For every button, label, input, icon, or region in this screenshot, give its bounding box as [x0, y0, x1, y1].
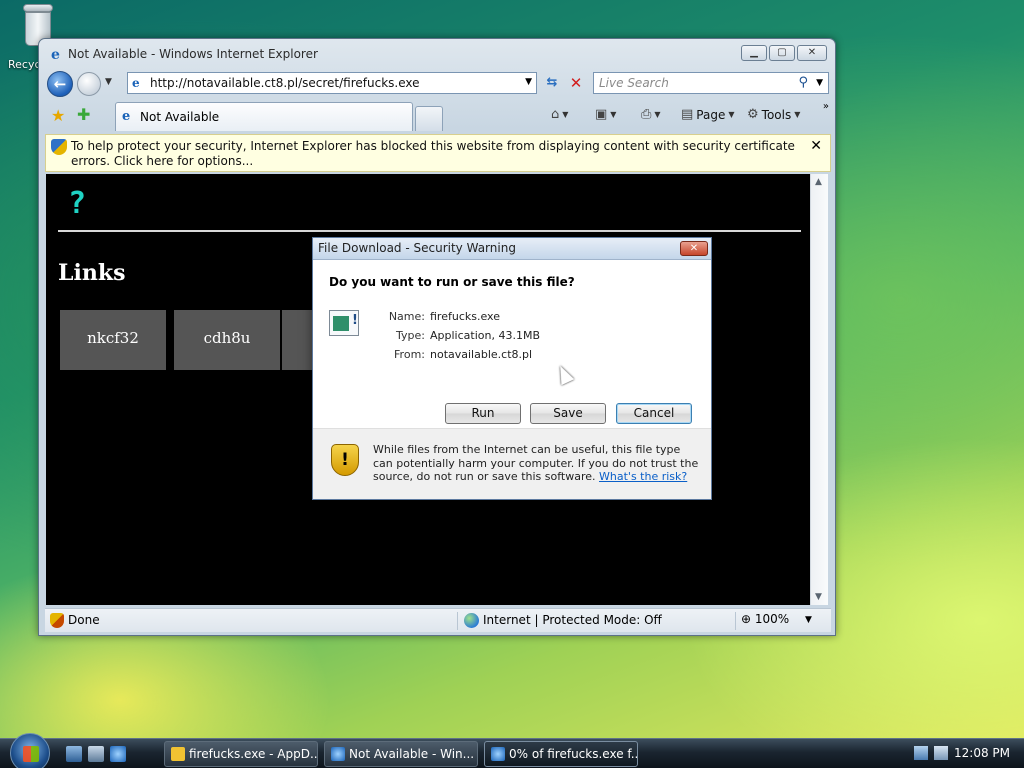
stop-button[interactable]: ✕: [565, 73, 587, 93]
window-title: Not Available - Windows Internet Explore…: [68, 47, 318, 61]
network-icon[interactable]: [934, 746, 948, 760]
dialog-question: Do you want to run or save this file?: [329, 275, 575, 289]
zoom-dropdown-icon[interactable]: ▼: [805, 615, 812, 625]
link-tile[interactable]: nkcf32: [60, 310, 166, 370]
whats-the-risk-link[interactable]: What's the risk?: [599, 470, 687, 483]
page-favicon-icon: e: [132, 76, 140, 90]
task-label: Not Available - Win...: [349, 747, 475, 761]
task-label: firefucks.exe - AppD...: [189, 747, 318, 761]
file-type-value: Application, 43.1MB: [430, 329, 540, 342]
status-shield-icon: [50, 613, 64, 628]
close-window-button[interactable]: ✕: [797, 45, 827, 61]
site-logo-icon: ?: [68, 186, 87, 221]
status-text: Done: [68, 613, 100, 627]
task-ie-window[interactable]: Not Available - Win...: [324, 741, 478, 767]
start-button[interactable]: [10, 733, 50, 768]
window-titlebar[interactable]: e Not Available - Windows Internet Explo…: [39, 39, 835, 71]
run-button[interactable]: Run: [445, 403, 521, 424]
ie-logo-icon: e: [51, 47, 60, 63]
task-label: 0% of firefucks.exe f...: [509, 747, 638, 761]
task-explorer-window[interactable]: firefucks.exe - AppD...: [164, 741, 318, 767]
dialog-body: Do you want to run or save this file? Na…: [313, 260, 711, 428]
clock[interactable]: 12:08 PM: [954, 746, 1010, 760]
ie-logo-icon: [331, 747, 345, 761]
taskbar: firefucks.exe - AppD... Not Available - …: [0, 733, 1024, 768]
page-heading: Links: [58, 260, 126, 286]
back-button[interactable]: ←: [47, 71, 73, 97]
search-placeholder[interactable]: Live Search: [599, 76, 669, 90]
refresh-button[interactable]: ⇆: [541, 73, 563, 93]
status-bar: Done Internet | Protected Mode: Off ⊕ 10…: [45, 608, 831, 632]
home-button[interactable]: ⌂ ▼: [551, 107, 568, 122]
zoom-value: 100%: [754, 612, 790, 626]
file-download-dialog: File Download - Security Warning ✕ Do yo…: [312, 237, 712, 500]
page-menu-button[interactable]: ▤ Page ▼: [681, 107, 735, 122]
file-type-field: Type: Application, 43.1MB: [396, 329, 540, 342]
security-shield-icon: [51, 139, 67, 155]
vertical-scrollbar[interactable]: ▲ ▼: [810, 174, 828, 605]
address-url[interactable]: http://notavailable.ct8.pl/secret/firefu…: [150, 76, 420, 90]
save-button[interactable]: Save: [530, 403, 606, 424]
scroll-down-icon[interactable]: ▼: [815, 592, 822, 602]
add-favorites-icon[interactable]: ✚: [77, 105, 90, 124]
favorites-star-icon[interactable]: ★: [51, 106, 65, 125]
page-icon: ▤: [681, 107, 694, 122]
print-button[interactable]: ⎙ ▼: [641, 107, 661, 122]
ie-logo-icon: [491, 747, 505, 761]
tools-menu-label: Tools: [761, 107, 792, 122]
dialog-close-button[interactable]: ✕: [680, 241, 708, 256]
scroll-up-icon[interactable]: ▲: [815, 177, 822, 187]
folder-icon: [171, 747, 185, 761]
security-zone[interactable]: Internet | Protected Mode: Off: [483, 613, 662, 627]
feeds-button[interactable]: ▣ ▼: [595, 107, 616, 122]
system-tray: 12:08 PM: [908, 739, 1024, 768]
file-from-value: notavailable.ct8.pl: [430, 348, 533, 361]
warning-text: While files from the Internet can be use…: [373, 443, 703, 484]
more-commands-chevron-icon[interactable]: »: [823, 101, 829, 112]
navigation-bar: ← ▼ e http://notavailable.ct8.pl/secret/…: [45, 71, 831, 97]
file-from-field: From: notavailable.ct8.pl: [394, 348, 533, 361]
internet-globe-icon: [464, 613, 479, 628]
new-tab-button[interactable]: [415, 106, 443, 131]
security-infobar[interactable]: To help protect your security, Internet …: [45, 134, 831, 172]
printer-icon: ⎙: [641, 107, 652, 122]
tools-menu-button[interactable]: ⚙ Tools ▼: [747, 107, 800, 122]
zoom-level[interactable]: ⊕ 100%: [741, 612, 789, 626]
safely-remove-icon[interactable]: [914, 746, 928, 760]
dialog-divider: [313, 428, 711, 429]
search-icon[interactable]: ⚲: [798, 75, 808, 90]
task-download-progress[interactable]: 0% of firefucks.exe f...: [484, 741, 638, 767]
maximize-button[interactable]: ▢: [769, 45, 795, 61]
switch-windows-icon[interactable]: [88, 746, 104, 762]
tab-favicon-icon: e: [122, 109, 131, 124]
cancel-button[interactable]: Cancel: [616, 403, 692, 424]
tab-not-available[interactable]: e Not Available: [115, 102, 413, 131]
infobar-message[interactable]: To help protect your security, Internet …: [71, 139, 801, 169]
dialog-title: File Download - Security Warning: [318, 241, 516, 255]
forward-button[interactable]: [77, 72, 101, 96]
link-tile[interactable]: cdh8u: [174, 310, 280, 370]
show-desktop-icon[interactable]: [66, 746, 82, 762]
minimize-button[interactable]: ▁: [741, 45, 767, 61]
warning-shield-icon: !: [331, 444, 359, 476]
page-divider: [58, 230, 801, 232]
page-menu-label: Page: [696, 107, 726, 122]
address-bar[interactable]: e http://notavailable.ct8.pl/secret/fire…: [127, 72, 537, 94]
file-name-field: Name: firefucks.exe: [388, 310, 500, 323]
tabs-command-bar: ★ ✚ e Not Available ⌂ ▼ ▣ ▼ ⎙ ▼ ▤ Page ▼ ⚙ …: [45, 101, 831, 131]
search-box[interactable]: Live Search ⚲ ▼: [593, 72, 829, 94]
gear-icon: ⚙: [747, 107, 759, 122]
close-infobar-icon[interactable]: ✕: [810, 138, 822, 154]
recent-pages-dropdown[interactable]: ▼: [105, 77, 112, 87]
tab-label: Not Available: [140, 110, 220, 124]
dialog-titlebar[interactable]: File Download - Security Warning ✕: [313, 238, 711, 260]
file-name-value: firefucks.exe: [430, 310, 500, 323]
rss-feed-icon: ▣: [595, 107, 608, 122]
ie-quicklaunch-icon[interactable]: [110, 746, 126, 762]
application-file-icon: [329, 310, 359, 336]
home-icon: ⌂: [551, 107, 560, 122]
address-dropdown-icon[interactable]: ▼: [525, 77, 532, 87]
search-dropdown-icon[interactable]: ▼: [816, 78, 823, 88]
